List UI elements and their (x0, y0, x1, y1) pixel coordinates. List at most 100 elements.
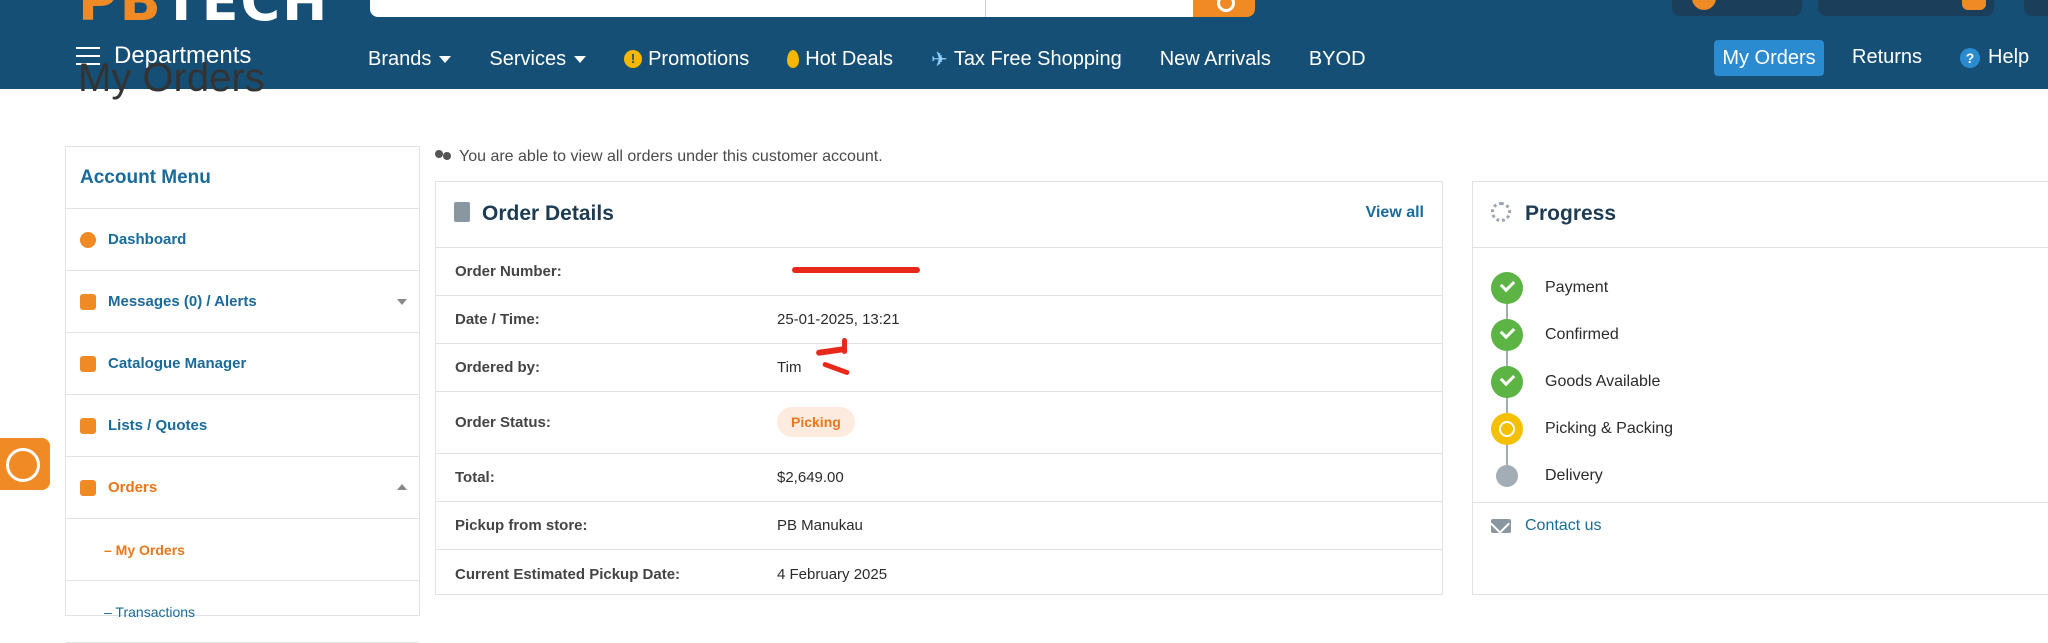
pickup-store-value: PB Manukau (777, 517, 863, 534)
chevron-up-icon (397, 484, 407, 490)
pickup-date-row: Current Estimated Pickup Date: 4 Februar… (436, 550, 1442, 598)
row-label: Date / Time: (455, 311, 540, 328)
menu-item-label: Catalogue Manager (108, 355, 247, 372)
nav-label: Brands (368, 47, 432, 70)
submenu-my-orders[interactable]: – My Orders (66, 519, 419, 581)
help-label: Help (1988, 46, 2030, 68)
nav-label: Tax Free Shopping (953, 47, 1122, 70)
menu-item-label: Messages (0) / Alerts (108, 293, 257, 310)
search-button[interactable] (1193, 0, 1255, 17)
help-icon: ? (1960, 47, 1980, 68)
status-badge: Picking (777, 407, 855, 437)
account-menu: Account Menu Dashboard Messages (0) / Al… (65, 146, 420, 643)
progress-card: Progress Payment Confirmed Goods Availab… (1472, 181, 2048, 595)
page-title: My Orders (78, 56, 265, 100)
help-link[interactable]: ? Help (1960, 46, 2029, 69)
date-time-row: Date / Time: 25-01-2025, 13:21 (436, 296, 1442, 344)
nav-hot-deals[interactable]: Hot Deals (787, 48, 893, 71)
order-status-row: Order Status: Picking (436, 392, 1442, 454)
pickup-date-value: 4 February 2025 (777, 565, 888, 583)
step-label: Picking & Packing (1545, 419, 1674, 437)
menu-item-messages[interactable]: Messages (0) / Alerts (66, 271, 419, 333)
order-details-header: Order Details View all (436, 182, 1442, 248)
menu-item-label: Lists / Quotes (108, 417, 208, 434)
returns-link[interactable]: Returns (1852, 46, 1922, 69)
contact-us-link[interactable]: Contact us (1525, 517, 1601, 535)
my-orders-button[interactable]: My Orders (1714, 40, 1824, 76)
logo[interactable]: PBTECH (78, 0, 329, 33)
row-label: Total: (455, 469, 495, 486)
step-label: Payment (1545, 278, 1609, 296)
progress-header: Progress (1473, 182, 2048, 248)
fire-icon (787, 50, 800, 68)
redaction-mark (792, 267, 920, 273)
pickup-store-row: Pickup from store: PB Manukau (436, 502, 1442, 550)
redaction-mark (842, 338, 847, 354)
top-header: PBTECH Departments Brands Services ! Prom… (0, 0, 2048, 89)
search-category-select[interactable] (985, 0, 1193, 17)
step-label: Confirmed (1545, 325, 1619, 343)
view-all-link[interactable]: View all (1366, 204, 1424, 222)
redaction-mark (821, 361, 851, 376)
total-row: Total: $2,649.00 (436, 454, 1442, 502)
row-label: Current Estimated Pickup Date: (455, 565, 681, 583)
nav-tax-free-shopping[interactable]: ✈ Tax Free Shopping (931, 47, 1122, 72)
menu-item-orders[interactable]: Orders (66, 457, 419, 519)
nav-label: Services (489, 47, 567, 70)
caret-down-icon (439, 55, 452, 63)
nav-label: Promotions (648, 47, 750, 70)
check-icon (1491, 271, 1523, 304)
order-details-card: Order Details View all Order Number: Dat… (435, 181, 1443, 595)
row-label: Order Status: (455, 414, 551, 431)
step-confirmed: Confirmed (1491, 311, 1673, 358)
step-picking-packing: Picking & Packing (1491, 405, 1673, 452)
spinner-icon (1491, 202, 1511, 222)
step-payment: Payment (1491, 264, 1673, 311)
submenu-transactions[interactable]: – Transactions (66, 581, 419, 643)
document-icon (454, 202, 470, 222)
step-delivery: Delivery (1491, 452, 1673, 499)
menu-item-label: Orders (108, 479, 158, 496)
nav-label: Hot Deals (805, 47, 894, 70)
clock-icon (1491, 412, 1523, 445)
nav-services[interactable]: Services (489, 47, 587, 71)
nav-byod[interactable]: BYOD (1309, 48, 1366, 71)
envelope-icon (1491, 518, 1511, 533)
header-extra-button[interactable] (2024, 0, 2048, 16)
cart-button[interactable] (1818, 0, 1994, 16)
feedback-smiley-icon[interactable] (0, 438, 50, 490)
menu-item-catalogue-manager[interactable]: Catalogue Manager (66, 333, 419, 395)
nav-brands[interactable]: Brands (368, 47, 452, 71)
step-label: Goods Available (1545, 372, 1661, 390)
nav-new-arrivals[interactable]: New Arrivals (1160, 48, 1271, 71)
total-value: $2,649.00 (777, 469, 844, 486)
logo-suffix: TECH (162, 0, 330, 33)
menu-item-lists-quotes[interactable]: Lists / Quotes (66, 395, 419, 457)
nav-promotions[interactable]: ! Promotions (624, 48, 749, 71)
nav-label: BYOD (1308, 47, 1366, 70)
account-button[interactable] (1672, 0, 1802, 16)
caret-down-icon (574, 55, 587, 63)
row-label: Order Number: (455, 263, 562, 280)
chevron-down-icon (397, 299, 407, 305)
main-nav: Brands Services ! Promotions Hot Deals ✈ T… (368, 44, 1404, 74)
contact-row: Contact us (1473, 502, 2048, 548)
progress-title: Progress (1525, 202, 1617, 225)
logo-prefix: PB (78, 0, 163, 33)
row-label: Pickup from store: (455, 517, 588, 534)
nav-label: New Arrivals (1159, 47, 1271, 70)
step-goods-available: Goods Available (1491, 358, 1673, 405)
users-icon (435, 150, 453, 164)
menu-item-dashboard[interactable]: Dashboard (66, 209, 419, 271)
search-input[interactable] (370, 0, 985, 17)
envelope-icon (80, 293, 96, 310)
progress-steps: Payment Confirmed Goods Available Pickin… (1491, 264, 1673, 499)
plane-icon: ✈ (931, 48, 948, 71)
order-details-title: Order Details (482, 202, 614, 225)
document-icon (80, 479, 96, 496)
ordered-by-row: Ordered by: Tim (436, 338, 1442, 392)
step-label: Delivery (1545, 466, 1603, 484)
promotion-icon: ! (624, 50, 643, 68)
info-line: You are able to view all orders under th… (435, 148, 883, 166)
dashboard-icon (80, 231, 96, 248)
